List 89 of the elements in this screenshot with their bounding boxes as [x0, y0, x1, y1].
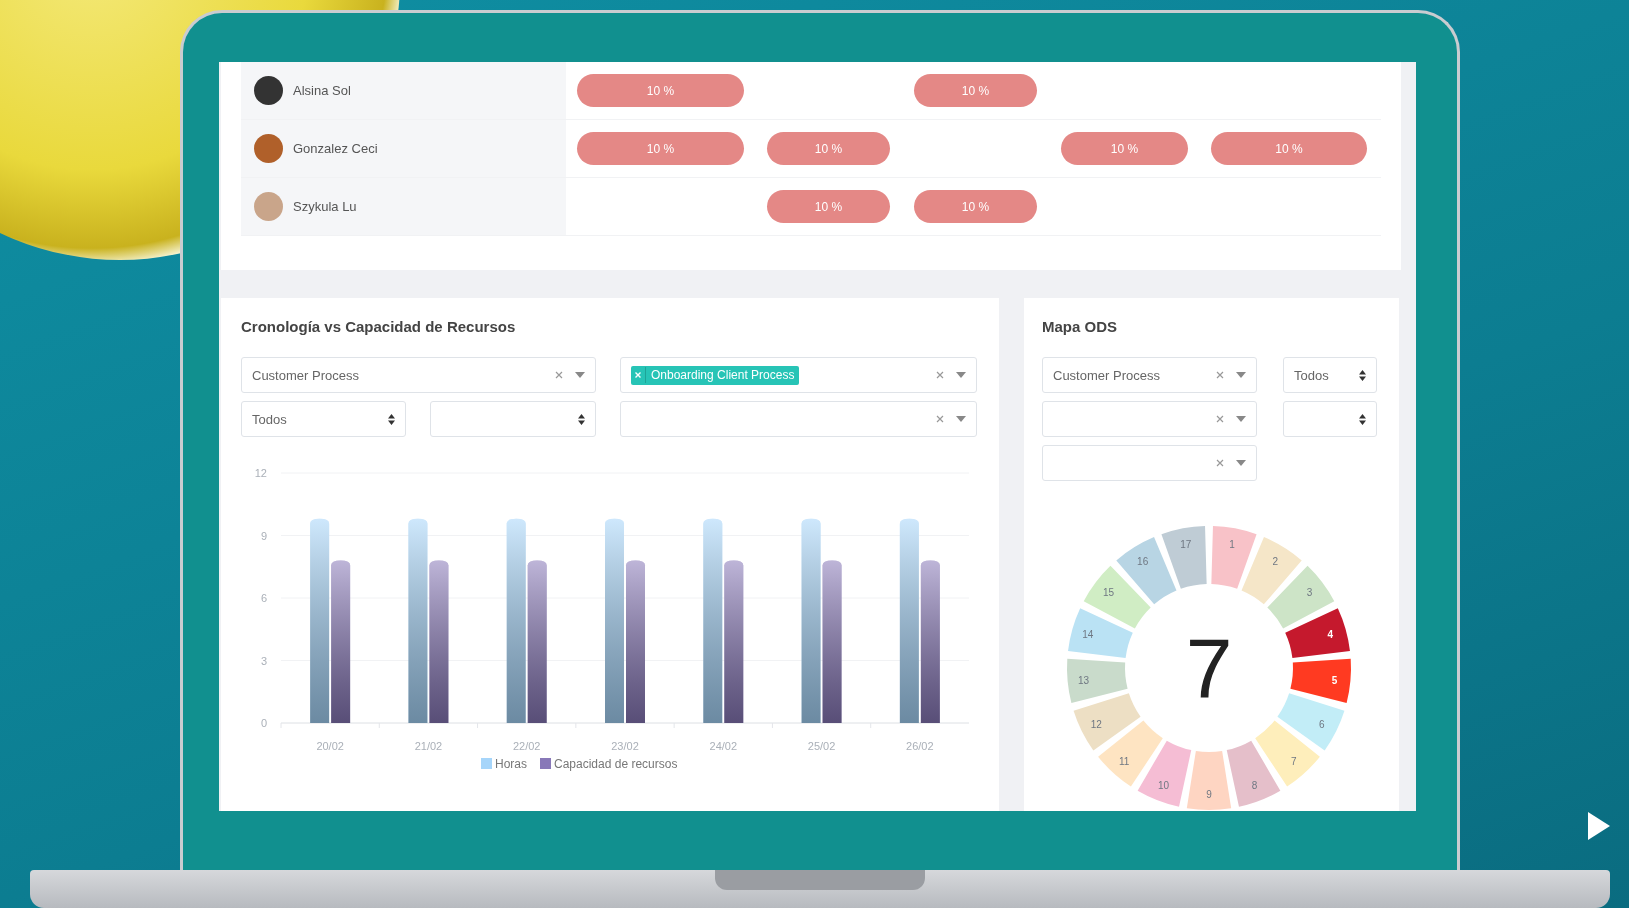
- play-icon[interactable]: [1588, 812, 1610, 840]
- axis-label: 25/02: [807, 740, 836, 752]
- goal-segment[interactable]: 6: [1277, 693, 1345, 751]
- goal-number: 4: [1327, 628, 1333, 640]
- avatar: [254, 134, 283, 163]
- avatar: [254, 76, 283, 105]
- center-value: 7: [1185, 621, 1233, 715]
- clear-icon[interactable]: [555, 371, 563, 379]
- goal-number: 3: [1306, 587, 1313, 599]
- legend-label: Horas: [495, 757, 527, 771]
- allocation-pill: 10 %: [577, 132, 744, 165]
- axis-label: 12: [254, 467, 267, 479]
- avatar: [254, 192, 283, 221]
- allocation-pill: 10 %: [1211, 132, 1367, 165]
- sort-icon[interactable]: [388, 413, 395, 425]
- goal-number: 6: [1319, 719, 1325, 731]
- caret-icon[interactable]: [1236, 372, 1246, 378]
- axis-label: 3: [260, 654, 267, 667]
- legend-label: Capacidad de recursos: [554, 757, 678, 771]
- axis-label: 20/02: [316, 740, 344, 752]
- person-name: Gonzalez Ceci: [293, 141, 378, 156]
- goal-segment[interactable]: 13: [1067, 658, 1128, 704]
- goal-number: 2: [1272, 555, 1279, 567]
- caret-icon[interactable]: [1236, 460, 1246, 466]
- goal-segment[interactable]: 15: [1083, 565, 1151, 629]
- goal-segment[interactable]: 10: [1137, 740, 1192, 807]
- goal-segment[interactable]: 16: [1116, 537, 1177, 605]
- goal-number: 5: [1331, 674, 1338, 686]
- caret-icon[interactable]: [956, 372, 966, 378]
- axis-label: 23/02: [611, 740, 639, 752]
- clear-icon[interactable]: [1216, 459, 1224, 467]
- goal-number: 11: [1118, 756, 1130, 768]
- caret-icon[interactable]: [575, 372, 585, 378]
- person-name: Alsina Sol: [293, 83, 351, 98]
- caret-icon[interactable]: [956, 416, 966, 422]
- allocation-pill: 10 %: [767, 132, 890, 165]
- goal-segment[interactable]: 17: [1161, 526, 1207, 589]
- select-field[interactable]: Onboarding Client Process: [620, 357, 977, 393]
- axis-label: 24/02: [709, 740, 738, 752]
- select-field[interactable]: Customer Process: [241, 357, 596, 393]
- select-field[interactable]: Todos: [1283, 357, 1377, 393]
- axis-label: 26/02: [906, 740, 934, 752]
- select-field[interactable]: [620, 401, 977, 437]
- sort-icon[interactable]: [1359, 369, 1366, 381]
- allocation-pill: 10 %: [1061, 132, 1188, 165]
- goal-number: 16: [1137, 555, 1149, 567]
- panel-title: Cronología vs Capacidad de Recursos: [241, 318, 517, 337]
- goal-segment[interactable]: 2: [1241, 537, 1302, 605]
- clear-icon[interactable]: [936, 371, 944, 379]
- allocation-pill: 10 %: [914, 74, 1037, 107]
- goal-number: 8: [1251, 780, 1258, 792]
- axis-label: 9: [260, 529, 267, 542]
- goal-number: 15: [1102, 587, 1114, 599]
- clear-icon[interactable]: [1216, 371, 1224, 379]
- select-field[interactable]: Todos: [241, 401, 406, 437]
- goal-number: 17: [1180, 539, 1192, 551]
- goal-number: 1: [1229, 539, 1235, 551]
- allocation-pill: 10 %: [577, 74, 744, 107]
- goal-segment[interactable]: 5: [1290, 658, 1351, 704]
- sort-icon[interactable]: [1359, 413, 1366, 425]
- axis-label: 0: [260, 717, 267, 729]
- allocation-pill: 10 %: [914, 190, 1037, 223]
- goal-number: 14: [1082, 628, 1094, 640]
- axis-label: 21/02: [414, 740, 443, 752]
- caret-icon[interactable]: [1236, 416, 1246, 422]
- select-field[interactable]: Customer Process: [1042, 357, 1257, 393]
- tag-chip[interactable]: Onboarding Client Process: [631, 365, 800, 385]
- goal-segment[interactable]: 8: [1226, 740, 1281, 807]
- sort-icon[interactable]: [578, 413, 585, 425]
- allocation-pill: 10 %: [767, 190, 890, 223]
- clear-icon[interactable]: [1216, 415, 1224, 423]
- select-field[interactable]: [430, 401, 596, 437]
- goal-number: 13: [1077, 674, 1090, 686]
- goal-number: 7: [1291, 756, 1297, 768]
- select-field[interactable]: [1283, 401, 1377, 437]
- axis-label: 22/02: [512, 740, 541, 752]
- axis-label: 6: [260, 592, 267, 604]
- select-field[interactable]: [1042, 445, 1257, 481]
- goal-segment[interactable]: 3: [1267, 565, 1335, 629]
- goal-segment[interactable]: 12: [1073, 693, 1141, 751]
- select-field[interactable]: [1042, 401, 1257, 437]
- goal-segment[interactable]: 4: [1285, 608, 1350, 658]
- goal-number: 9: [1206, 789, 1212, 800]
- person-name: Szykula Lu: [293, 199, 357, 214]
- panel-title: Mapa ODS: [1042, 318, 1118, 337]
- clear-icon[interactable]: [936, 415, 944, 423]
- goal-segment[interactable]: 1: [1211, 526, 1257, 589]
- goal-segment[interactable]: 14: [1068, 608, 1133, 658]
- goal-segment[interactable]: 9: [1186, 750, 1232, 810]
